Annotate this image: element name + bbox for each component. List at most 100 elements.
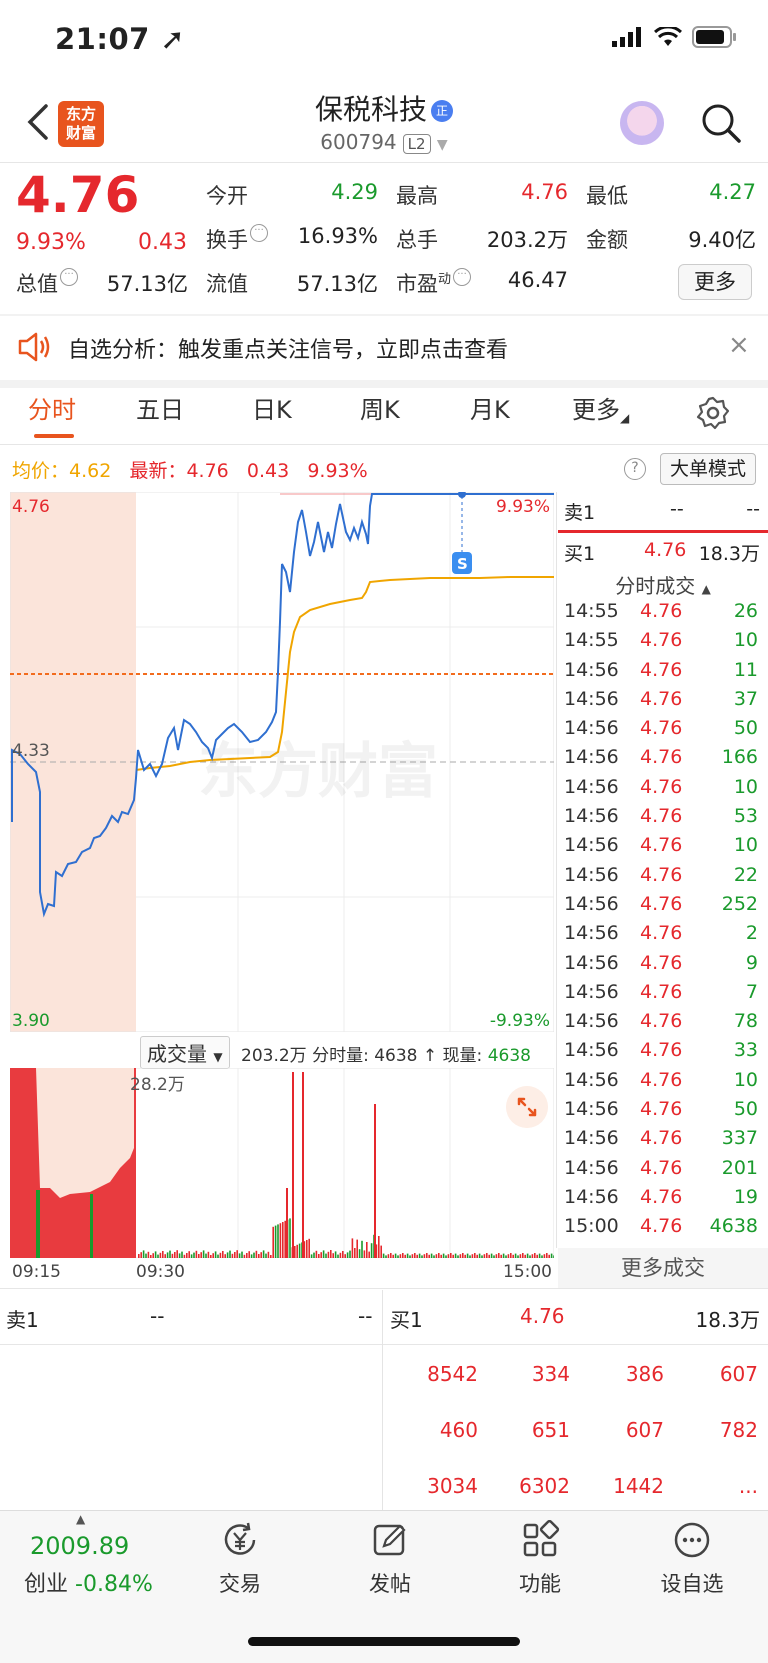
more-trades-button[interactable]: 更多成交 bbox=[558, 1248, 768, 1288]
caret-up-icon: ▲ bbox=[76, 1512, 86, 1526]
turnover-label[interactable]: 换手 ··· bbox=[206, 224, 268, 254]
trades-title-text: 分时成交 bbox=[615, 574, 696, 598]
bb-sell1-price: -- bbox=[150, 1304, 165, 1328]
volume-bar bbox=[433, 1255, 435, 1258]
buy1-volume: 18.3万 bbox=[698, 543, 760, 565]
volume-bar bbox=[238, 1253, 241, 1258]
nav-trade[interactable]: 交易 bbox=[190, 1520, 290, 1598]
nav-functions[interactable]: 功能 bbox=[490, 1519, 590, 1598]
volume-bar bbox=[332, 1253, 334, 1258]
volume-bar bbox=[414, 1253, 416, 1258]
trade-price: 4.76 bbox=[640, 717, 683, 740]
trades-title[interactable]: 分时成交 ▲ bbox=[558, 570, 768, 599]
volume-bar bbox=[409, 1255, 411, 1258]
volume-bar bbox=[385, 1255, 387, 1258]
trade-price: 4.76 bbox=[640, 863, 683, 886]
watermark: 东方财富 bbox=[198, 737, 438, 807]
tab-daily-k[interactable]: 日K bbox=[252, 390, 292, 425]
volume-bar bbox=[457, 1255, 459, 1258]
intraday-price-chart[interactable]: 东方财富 S 4.76 4.33 3.90 9.93% -9.93% bbox=[10, 492, 554, 1032]
trades-list: 14:55 4.76 26 14:55 4.76 10 14:56 4.76 11 14:56 4.… bbox=[558, 598, 768, 1243]
nav-post[interactable]: 发帖 bbox=[340, 1520, 440, 1598]
tab-intraday[interactable]: 分时 bbox=[28, 390, 76, 425]
tab-more[interactable]: 更多◢ bbox=[572, 390, 629, 425]
volume-bar bbox=[330, 1250, 332, 1258]
big-order-mode-button[interactable]: 大单模式 bbox=[660, 453, 756, 485]
more-button[interactable]: 更多 bbox=[678, 264, 752, 300]
nav-add-watchlist[interactable]: 设自选 bbox=[642, 1520, 742, 1598]
volume-bar bbox=[298, 1243, 301, 1258]
volume-bar bbox=[166, 1252, 169, 1258]
trade-volume: 9 bbox=[745, 951, 758, 974]
trade-row: 14:56 4.76 33 bbox=[558, 1037, 768, 1066]
volume-bar bbox=[421, 1255, 423, 1258]
trade-price: 4.76 bbox=[640, 629, 683, 652]
volume-bar bbox=[246, 1253, 248, 1258]
volume-bar bbox=[310, 1254, 313, 1258]
volume-bar bbox=[152, 1253, 154, 1258]
bb-buy1-price: 4.76 bbox=[520, 1304, 565, 1328]
nav-add-watchlist-label: 设自选 bbox=[660, 1572, 724, 1596]
volume-indicator-select[interactable]: 成交量 ▼ bbox=[140, 1036, 230, 1069]
bb-sell1-label: 卖1 bbox=[6, 1308, 39, 1332]
volume-bar bbox=[284, 1220, 286, 1258]
volume-bar bbox=[229, 1250, 231, 1258]
volume-bar bbox=[478, 1253, 481, 1258]
expand-icon[interactable] bbox=[506, 1086, 548, 1128]
trade-price: 4.76 bbox=[640, 1185, 683, 1208]
trade-time: 14:56 bbox=[564, 834, 619, 857]
volume-bar bbox=[342, 1251, 344, 1258]
gear-icon[interactable] bbox=[696, 396, 730, 430]
volume-bar bbox=[502, 1253, 505, 1258]
volume-bar bbox=[399, 1254, 402, 1258]
volume-bar bbox=[438, 1253, 440, 1258]
grid-icon bbox=[523, 1519, 560, 1557]
pe-value: 46.47 bbox=[507, 268, 568, 292]
volume-bar bbox=[507, 1254, 510, 1258]
trade-time: 14:56 bbox=[564, 863, 619, 886]
trade-time: 14:56 bbox=[564, 1185, 619, 1208]
volume-bar bbox=[418, 1253, 421, 1258]
index-label[interactable]: 创业 -0.84% bbox=[24, 1566, 153, 1598]
volume-bar bbox=[231, 1253, 234, 1258]
queue-cell: 386 bbox=[625, 1362, 664, 1386]
trade-price: 4.76 bbox=[640, 775, 683, 798]
trade-row: 14:56 4.76 53 bbox=[558, 803, 768, 832]
index-value[interactable]: 2009.89 bbox=[30, 1532, 129, 1560]
pe-sup: 动 bbox=[438, 272, 452, 287]
volume-bar bbox=[361, 1240, 363, 1258]
trade-volume: 50 bbox=[733, 717, 758, 740]
trade-row: 14:56 4.76 10 bbox=[558, 832, 768, 861]
avg-label: 均价： bbox=[12, 460, 70, 482]
open-value: 4.29 bbox=[331, 180, 378, 204]
tab-monthly-k[interactable]: 月K bbox=[470, 390, 510, 425]
volume-header: 成交量 ▼ 203.2万 分时量: 4638 ↑ 现量: 4638 bbox=[140, 1036, 531, 1069]
pe-label[interactable]: 市盈动 ··· bbox=[396, 268, 472, 298]
assistant-avatar[interactable] bbox=[620, 101, 664, 145]
search-icon[interactable] bbox=[700, 102, 742, 144]
volume-bar bbox=[464, 1254, 466, 1258]
mktcap-label-text: 总值 bbox=[16, 272, 58, 296]
close-icon[interactable]: × bbox=[728, 330, 750, 360]
mktcap-label[interactable]: 总值 ··· bbox=[16, 268, 78, 298]
float-label: 流值 bbox=[206, 272, 248, 296]
more-dots-icon: ··· bbox=[250, 224, 268, 242]
up-arrow-icon: ↑ bbox=[422, 1046, 438, 1066]
tab-five-day[interactable]: 五日 bbox=[136, 390, 184, 425]
volume-bar bbox=[454, 1253, 457, 1258]
trade-volume: 10 bbox=[733, 775, 758, 798]
divider bbox=[0, 162, 768, 163]
volume-chart[interactable]: 28.2万 bbox=[10, 1068, 554, 1258]
latest-value: 4.76 bbox=[186, 460, 229, 482]
volume-bar bbox=[154, 1251, 157, 1258]
sell-row: 卖1 -- -- bbox=[558, 498, 768, 528]
volume-spike bbox=[302, 1072, 304, 1258]
volume-bar bbox=[356, 1239, 358, 1258]
tab-weekly-k[interactable]: 周K bbox=[360, 390, 400, 425]
dropdown-caret-icon: ▼ bbox=[213, 1050, 223, 1064]
axis-top-price: 4.76 bbox=[12, 497, 50, 517]
sell1-price: -- bbox=[670, 498, 684, 520]
low-value: 4.27 bbox=[709, 180, 756, 204]
volume-bar bbox=[202, 1250, 205, 1258]
help-icon[interactable]: ? bbox=[624, 458, 646, 480]
